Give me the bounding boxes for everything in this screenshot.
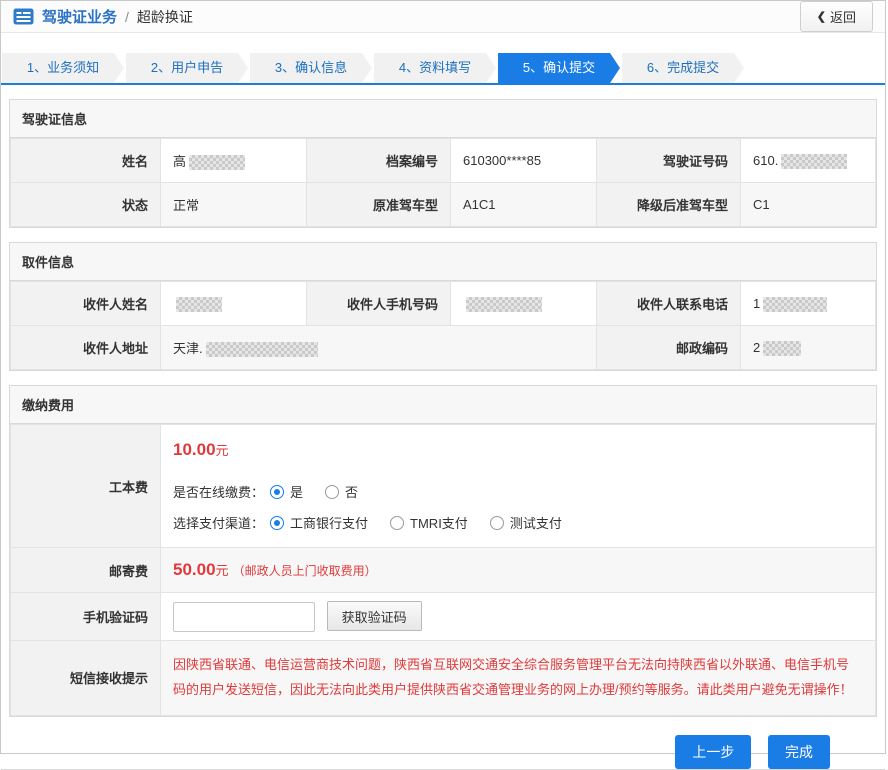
redacted-value: [763, 297, 827, 312]
table-row: 收件人姓名 收件人手机号码 收件人联系电话 1: [11, 282, 876, 326]
recipient-tel-label: 收件人联系电话: [597, 282, 741, 326]
mail-fee-note: （邮政人员上门收取费用）: [233, 564, 377, 578]
table-row: 收件人地址 天津. 邮政编码 2: [11, 326, 876, 370]
captcha-label: 手机验证码: [11, 593, 161, 641]
recipient-tel-value: 1: [741, 282, 876, 326]
back-button[interactable]: ❮ 返回: [800, 1, 873, 32]
license-service-icon: [13, 8, 34, 25]
channel-icbc-label[interactable]: 工商银行支付: [290, 513, 368, 532]
bottom-strip: [1, 769, 885, 770]
online-pay-no-label[interactable]: 否: [345, 482, 358, 501]
postcode-value: 2: [741, 326, 876, 370]
channel-test-radio[interactable]: [490, 516, 504, 530]
file-no-label: 档案编号: [307, 139, 451, 183]
redacted-value: [206, 342, 318, 357]
step-tab-4[interactable]: 4、资料填写: [374, 53, 496, 83]
step-nav: 1、业务须知 2、用户申告 3、确认信息 4、资料填写 5、确认提交 6、完成提…: [1, 53, 885, 85]
table-row: 短信接收提示 因陕西省联通、电信运营商技术问题，陕西省互联网交通安全综合服务管理…: [11, 641, 876, 715]
step-tab-5-active[interactable]: 5、确认提交: [498, 53, 620, 83]
redacted-value: [466, 297, 542, 312]
downgraded-class-label: 降级后准驾车型: [597, 183, 741, 227]
step-tab-6[interactable]: 6、完成提交: [622, 53, 744, 83]
status-label: 状态: [11, 183, 161, 227]
table-row: 姓名 高 档案编号 610300****85 驾驶证号码 610.: [11, 139, 876, 183]
currency-unit: 元: [216, 563, 229, 578]
postcode-label: 邮政编码: [597, 326, 741, 370]
pickup-info-table: 收件人姓名 收件人手机号码 收件人联系电话 1 收件人地址 天津. 邮政编码 2: [10, 281, 876, 370]
step-tab-3[interactable]: 3、确认信息: [250, 53, 372, 83]
chevron-left-icon: ❮: [817, 10, 826, 23]
license-info-table: 姓名 高 档案编号 610300****85 驾驶证号码 610. 状态 正常 …: [10, 138, 876, 227]
online-pay-label: 是否在线缴费：: [173, 482, 264, 501]
online-pay-row: 是否在线缴费： 是 否: [173, 482, 863, 501]
mail-fee-amount: 50.00: [173, 560, 216, 579]
captcha-cell: 获取验证码: [161, 593, 876, 641]
page-header: 驾驶证业务 / 超龄换证 ❮ 返回: [1, 1, 885, 33]
orig-class-label: 原准驾车型: [307, 183, 451, 227]
address-value: 天津.: [161, 326, 597, 370]
downgraded-class-value: C1: [741, 183, 876, 227]
name-value: 高: [161, 139, 307, 183]
table-row: 工本费 10.00元 是否在线缴费： 是 否 选择支付渠道：: [11, 425, 876, 548]
footer-actions: 上一步 完成: [1, 717, 885, 769]
redacted-value: [781, 154, 847, 169]
breadcrumb-separator: /: [125, 9, 129, 25]
sms-tip-text: 因陕西省联通、电信运营商技术问题，陕西省互联网交通安全综合服务管理平台无法向持陕…: [173, 653, 863, 702]
prev-step-button[interactable]: 上一步: [675, 735, 751, 769]
license-no-label: 驾驶证号码: [597, 139, 741, 183]
pay-channel-row: 选择支付渠道： 工商银行支付 TMRI支付 测试支付: [173, 513, 863, 532]
mail-fee-label: 邮寄费: [11, 548, 161, 593]
page-title: 驾驶证业务: [42, 6, 117, 27]
finish-button[interactable]: 完成: [768, 735, 830, 769]
production-fee-amount-line: 10.00元: [173, 440, 863, 460]
production-fee-amount: 10.00: [173, 440, 216, 459]
recipient-name-value: [161, 282, 307, 326]
redacted-value: [763, 341, 801, 356]
back-button-label: 返回: [830, 7, 856, 26]
pickup-info-section: 取件信息 收件人姓名 收件人手机号码 收件人联系电话 1 收件人地址 天津. 邮…: [9, 242, 877, 371]
fees-title: 缴纳费用: [10, 386, 876, 424]
file-no-value: 610300****85: [451, 139, 597, 183]
recipient-name-label: 收件人姓名: [11, 282, 161, 326]
captcha-input[interactable]: [173, 602, 315, 632]
address-label: 收件人地址: [11, 326, 161, 370]
redacted-value: [176, 297, 222, 312]
orig-class-value: A1C1: [451, 183, 597, 227]
table-row: 邮寄费 50.00元 （邮政人员上门收取费用）: [11, 548, 876, 593]
pay-channel-label: 选择支付渠道：: [173, 513, 264, 532]
channel-tmri-radio[interactable]: [390, 516, 404, 530]
channel-icbc-radio[interactable]: [270, 516, 284, 530]
production-fee-label: 工本费: [11, 425, 161, 548]
currency-unit: 元: [216, 443, 229, 458]
recipient-phone-label: 收件人手机号码: [307, 282, 451, 326]
license-no-value: 610.: [741, 139, 876, 183]
license-info-section: 驾驶证信息 姓名 高 档案编号 610300****85 驾驶证号码 610. …: [9, 99, 877, 228]
step-tab-1[interactable]: 1、业务须知: [2, 53, 124, 83]
table-row: 手机验证码 获取验证码: [11, 593, 876, 641]
online-pay-yes-label[interactable]: 是: [290, 482, 303, 501]
table-row: 状态 正常 原准驾车型 A1C1 降级后准驾车型 C1: [11, 183, 876, 227]
sms-tip-cell: 因陕西省联通、电信运营商技术问题，陕西省互联网交通安全综合服务管理平台无法向持陕…: [161, 641, 876, 715]
recipient-phone-value: [451, 282, 597, 326]
step-tab-2[interactable]: 2、用户申告: [126, 53, 248, 83]
license-info-title: 驾驶证信息: [10, 100, 876, 138]
channel-tmri-label[interactable]: TMRI支付: [410, 513, 468, 532]
page: 驾驶证业务 / 超龄换证 ❮ 返回 1、业务须知 2、用户申告 3、确认信息 4…: [0, 0, 886, 754]
get-captcha-button[interactable]: 获取验证码: [327, 601, 422, 631]
fees-section: 缴纳费用 工本费 10.00元 是否在线缴费： 是 否: [9, 385, 877, 716]
mail-fee-cell: 50.00元 （邮政人员上门收取费用）: [161, 548, 876, 593]
redacted-value: [189, 155, 245, 170]
fees-table: 工本费 10.00元 是否在线缴费： 是 否 选择支付渠道：: [10, 424, 876, 715]
pickup-info-title: 取件信息: [10, 243, 876, 281]
name-label: 姓名: [11, 139, 161, 183]
production-fee-cell: 10.00元 是否在线缴费： 是 否 选择支付渠道： 工商银行支付: [161, 425, 876, 548]
status-value: 正常: [161, 183, 307, 227]
online-pay-yes-radio[interactable]: [270, 485, 284, 499]
online-pay-no-radio[interactable]: [325, 485, 339, 499]
sms-tip-label: 短信接收提示: [11, 641, 161, 715]
channel-test-label[interactable]: 测试支付: [510, 513, 562, 532]
breadcrumb-current: 超龄换证: [137, 7, 193, 27]
